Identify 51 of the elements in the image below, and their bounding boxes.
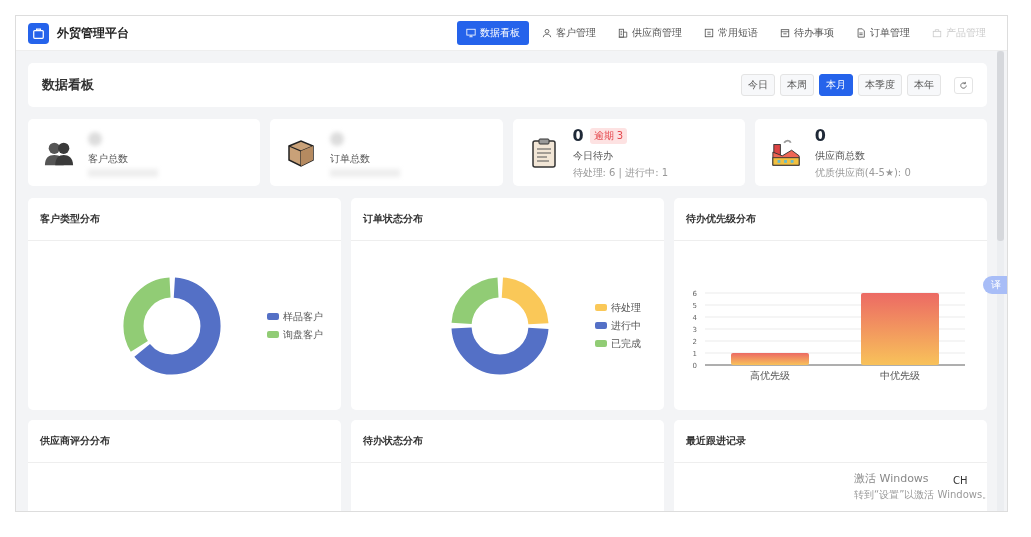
factory-icon (770, 137, 801, 168)
chart-title: 待办优先级分布 (674, 198, 987, 241)
app-title: 外贸管理平台 (57, 24, 129, 42)
legend-label: 已完成 (610, 336, 641, 351)
stat-label: 订单总数 (330, 151, 372, 166)
chart-title: 待办状态分布 (351, 420, 664, 463)
period-button[interactable]: 本季度 (858, 74, 902, 96)
chart-title: 最近跟进记录 (674, 420, 987, 463)
legend-label: 进行中 (610, 318, 641, 333)
period-button[interactable]: 本年 (907, 74, 941, 96)
refresh-button[interactable] (954, 76, 973, 94)
nav-tab[interactable]: 常用短语 (695, 21, 767, 45)
activation-title: 激活 Windows (854, 471, 929, 486)
stat-detail: 优质供应商(4-5★): 0 (814, 165, 911, 180)
stat-value: 0 (572, 126, 584, 145)
nav-tab[interactable]: 待办事项 (771, 21, 843, 45)
list-icon (704, 28, 714, 38)
nav-tab[interactable]: 客户管理 (533, 21, 605, 45)
monitor-icon (466, 28, 476, 38)
stat-label: 客户总数 (88, 151, 129, 166)
chart-title: 订单状态分布 (351, 198, 664, 241)
parcel-icon (286, 137, 317, 168)
page-title: 数据看板 (42, 76, 94, 94)
nav-tab[interactable]: 订单管理 (847, 21, 919, 45)
legend-label: 样品客户 (282, 309, 323, 324)
stat-label: 今日待办 (572, 148, 614, 163)
calendar-icon (780, 28, 790, 38)
legend-label: 待处理 (610, 300, 641, 315)
activation-text: 转到“设置”以激活 Windows。 (854, 488, 993, 502)
nav-tab[interactable]: 供应商管理 (609, 21, 691, 45)
box-icon (932, 28, 942, 38)
stat-label: 供应商总数 (814, 148, 866, 163)
scrollbar-thumb[interactable] (997, 51, 1004, 241)
period-button[interactable]: 今日 (741, 74, 775, 96)
overdue-badge: 逾期 3 (589, 127, 628, 144)
category-label: 中优先级 (879, 369, 920, 381)
nav-tab[interactable]: 数据看板 (457, 21, 529, 45)
file-icon (856, 28, 866, 38)
period-button[interactable]: 本月 (819, 74, 853, 96)
user-icon (542, 28, 552, 38)
legend-label: 询盘客户 (282, 327, 323, 342)
stat-value: 0 (814, 126, 826, 145)
briefcase-icon (28, 22, 49, 44)
chart-title: 客户类型分布 (28, 198, 341, 241)
building-icon (618, 28, 628, 38)
chart-title: 供应商评分分布 (28, 420, 341, 463)
input-method-indicator[interactable]: CH (951, 475, 970, 486)
refresh-icon (959, 80, 968, 90)
period-button[interactable]: 本周 (780, 74, 814, 96)
category-label: 高优先级 (749, 369, 790, 381)
stat-detail: 待处理: 6 | 进行中: 1 (572, 165, 669, 180)
